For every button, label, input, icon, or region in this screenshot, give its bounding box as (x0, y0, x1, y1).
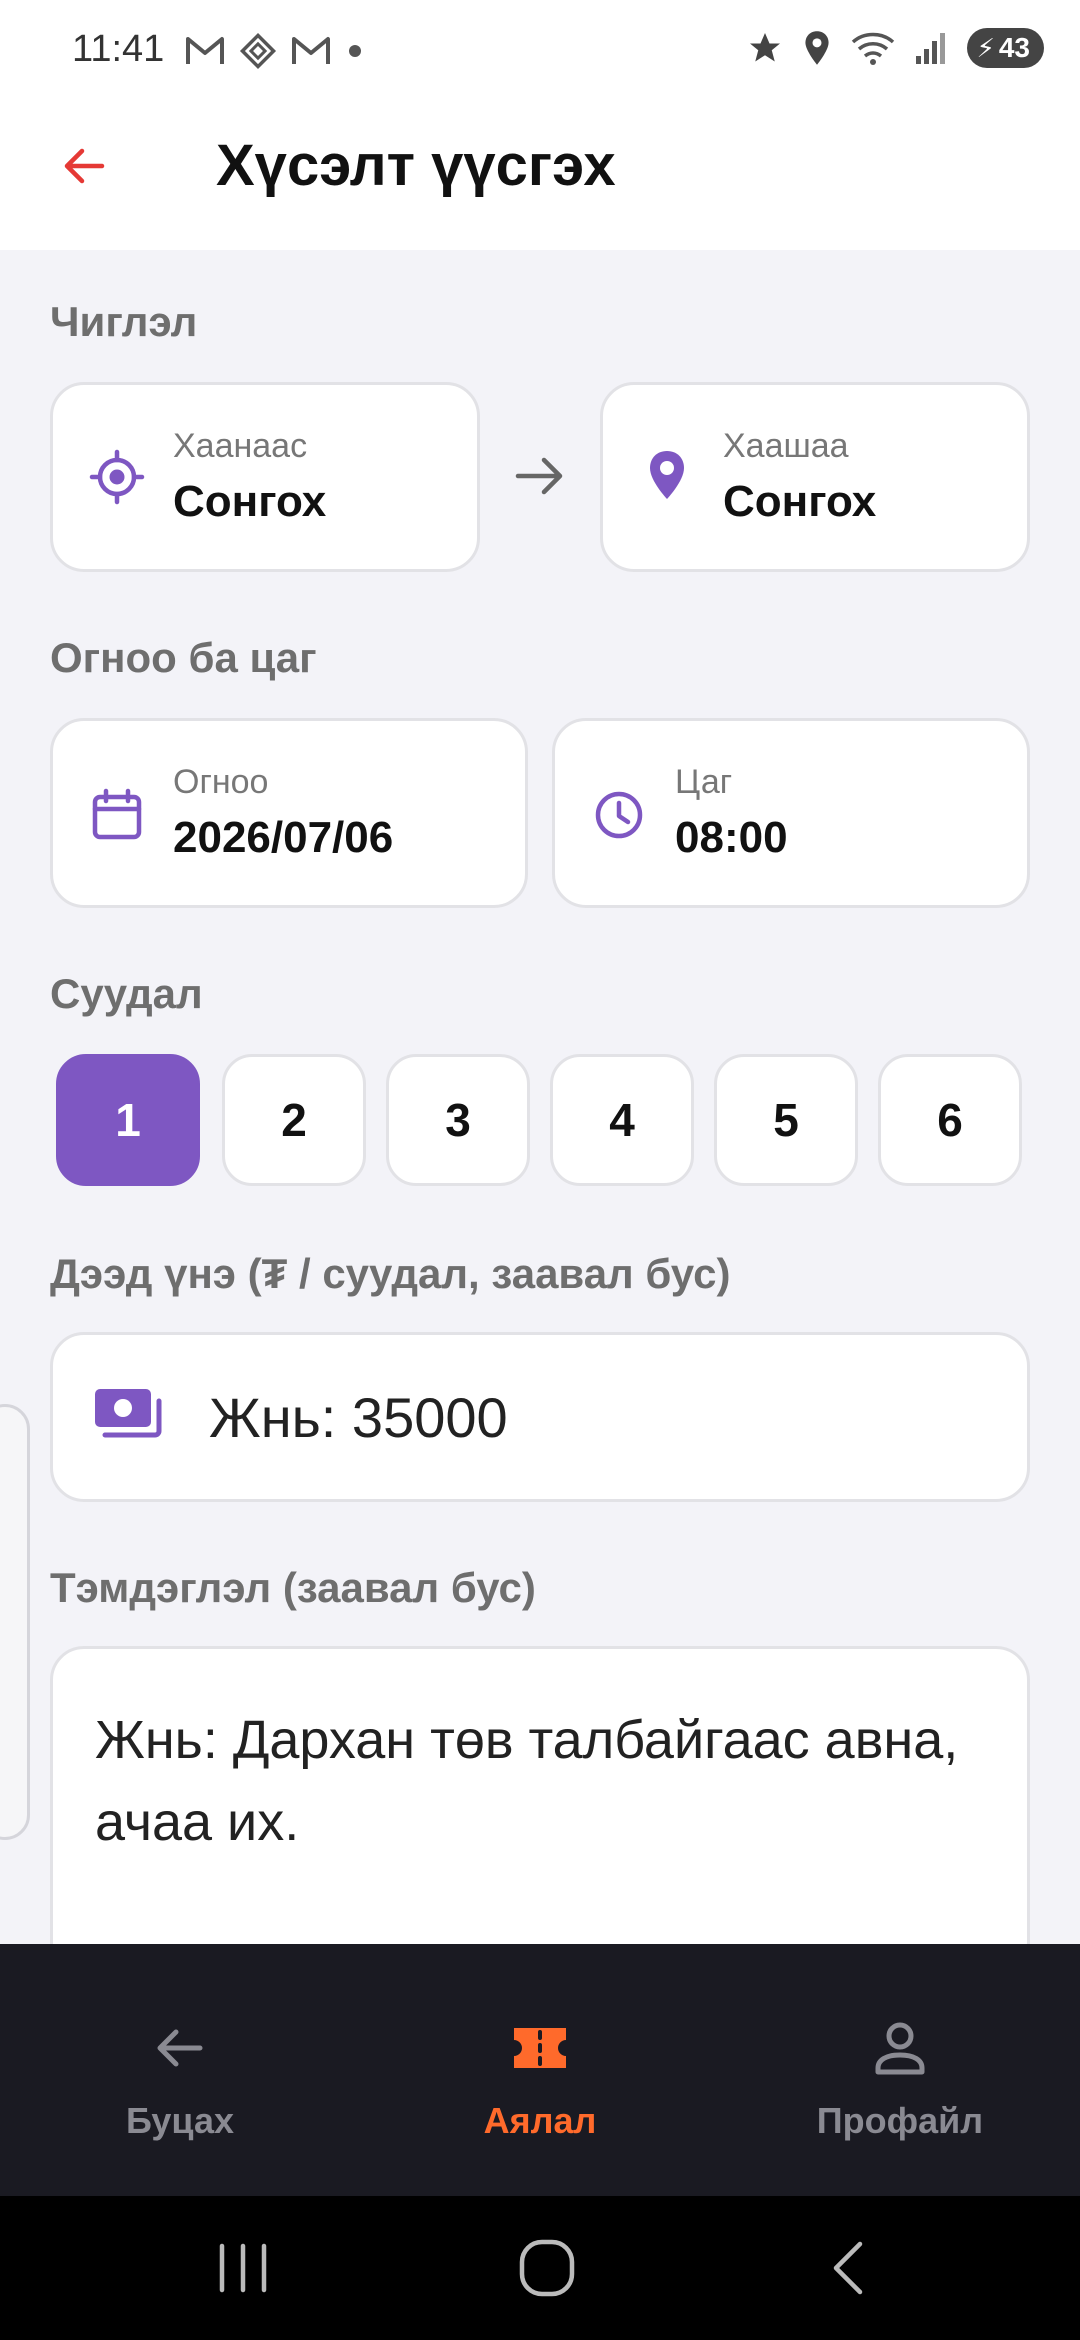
arrow-left-icon (157, 2029, 203, 2067)
from-value: Сонгох (173, 477, 327, 526)
system-navigation-bar (0, 2196, 1080, 2340)
price-value: Жнь: 35000 (209, 1386, 508, 1449)
nav-label-back: Буцах (125, 2100, 235, 2141)
date-picker[interactable]: Огноо 2026/07/06 (50, 718, 528, 908)
money-icon (95, 1389, 162, 1438)
time-caption: Цаг (675, 763, 733, 801)
route-section-label: Чиглэл (50, 298, 198, 345)
datetime-section-label: Огноо ба цаг (50, 634, 317, 681)
seat-option-2[interactable]: 2 (222, 1054, 366, 1186)
bottom-navigation: Буцах Аялал Профайл (0, 1944, 1080, 2196)
nav-item-profile[interactable]: Профайл (720, 1944, 1080, 2196)
nav-label-trips: Аялал (483, 2100, 597, 2141)
back-nav-icon[interactable] (814, 2236, 884, 2300)
to-caption: Хаашаа (723, 427, 849, 465)
nav-item-back[interactable]: Буцах (0, 1944, 360, 2196)
calendar-icon (92, 788, 142, 840)
notification-icons (185, 32, 365, 70)
signal-icon (915, 33, 945, 64)
to-location-picker[interactable]: Хаашаа Сонгох (600, 382, 1030, 572)
time-picker[interactable]: Цаг 08:00 (552, 718, 1030, 908)
page-title: Хүсэлт үүсгэх (216, 133, 616, 198)
battery-level: 43 (998, 32, 1030, 63)
nav-item-trips[interactable]: Аялал (360, 1944, 720, 2196)
time-value: 08:00 (675, 813, 788, 862)
ticket-icon (514, 2028, 566, 2068)
nav-label-profile: Профайл (816, 2100, 984, 2141)
note-section-label: Тэмдэглэл (заавал бус) (50, 1564, 536, 1611)
location-pin-icon (650, 451, 684, 499)
person-icon (875, 2022, 925, 2075)
arrow-right-icon (515, 457, 563, 495)
system-status-icons: ⚡ 43 (747, 28, 1044, 68)
date-value: 2026/07/06 (173, 813, 394, 862)
app-bar: Хүсэлт үүсгэх (0, 100, 1080, 250)
charging-icon: ⚡ (976, 32, 995, 63)
maps-diamond-icon (239, 32, 277, 70)
to-value: Сонгох (723, 477, 877, 526)
seat-option-6[interactable]: 6 (878, 1054, 1022, 1186)
clock-icon (595, 791, 643, 839)
seat-option-4[interactable]: 4 (550, 1054, 694, 1186)
recent-apps-icon[interactable] (208, 2236, 278, 2300)
battery-indicator: ⚡ 43 (966, 28, 1044, 68)
side-panel-handle[interactable] (0, 1404, 30, 1840)
back-arrow-icon[interactable] (58, 140, 110, 192)
date-caption: Огноо (173, 763, 269, 801)
target-location-icon (89, 449, 145, 505)
status-bar: 11:41 ⚡ 43 (0, 0, 1080, 100)
gmail-icon (186, 37, 224, 64)
gmail-icon (292, 37, 330, 64)
dot-icon (349, 45, 361, 57)
from-location-picker[interactable]: Хаанаас Сонгох (50, 382, 480, 572)
note-value: Жнь: Дархан төв талбайгаас авна, ачаа их… (95, 1710, 959, 1852)
status-time: 11:41 (72, 28, 165, 70)
seat-option-5[interactable]: 5 (714, 1054, 858, 1186)
home-icon[interactable] (512, 2236, 582, 2300)
note-textarea[interactable]: Жнь: Дархан төв талбайгаас авна, ачаа их… (50, 1646, 1030, 1976)
price-section-label: Дээд үнэ (₮ / суудал, заавал бус) (50, 1250, 731, 1297)
location-icon (805, 31, 829, 65)
seat-option-3[interactable]: 3 (386, 1054, 530, 1186)
wifi-icon (851, 32, 894, 65)
seat-option-1[interactable]: 1 (56, 1054, 200, 1186)
from-caption: Хаанаас (173, 427, 308, 465)
price-input[interactable]: Жнь: 35000 (50, 1332, 1030, 1502)
seats-section-label: Суудал (50, 970, 203, 1017)
star-icon (749, 33, 780, 62)
